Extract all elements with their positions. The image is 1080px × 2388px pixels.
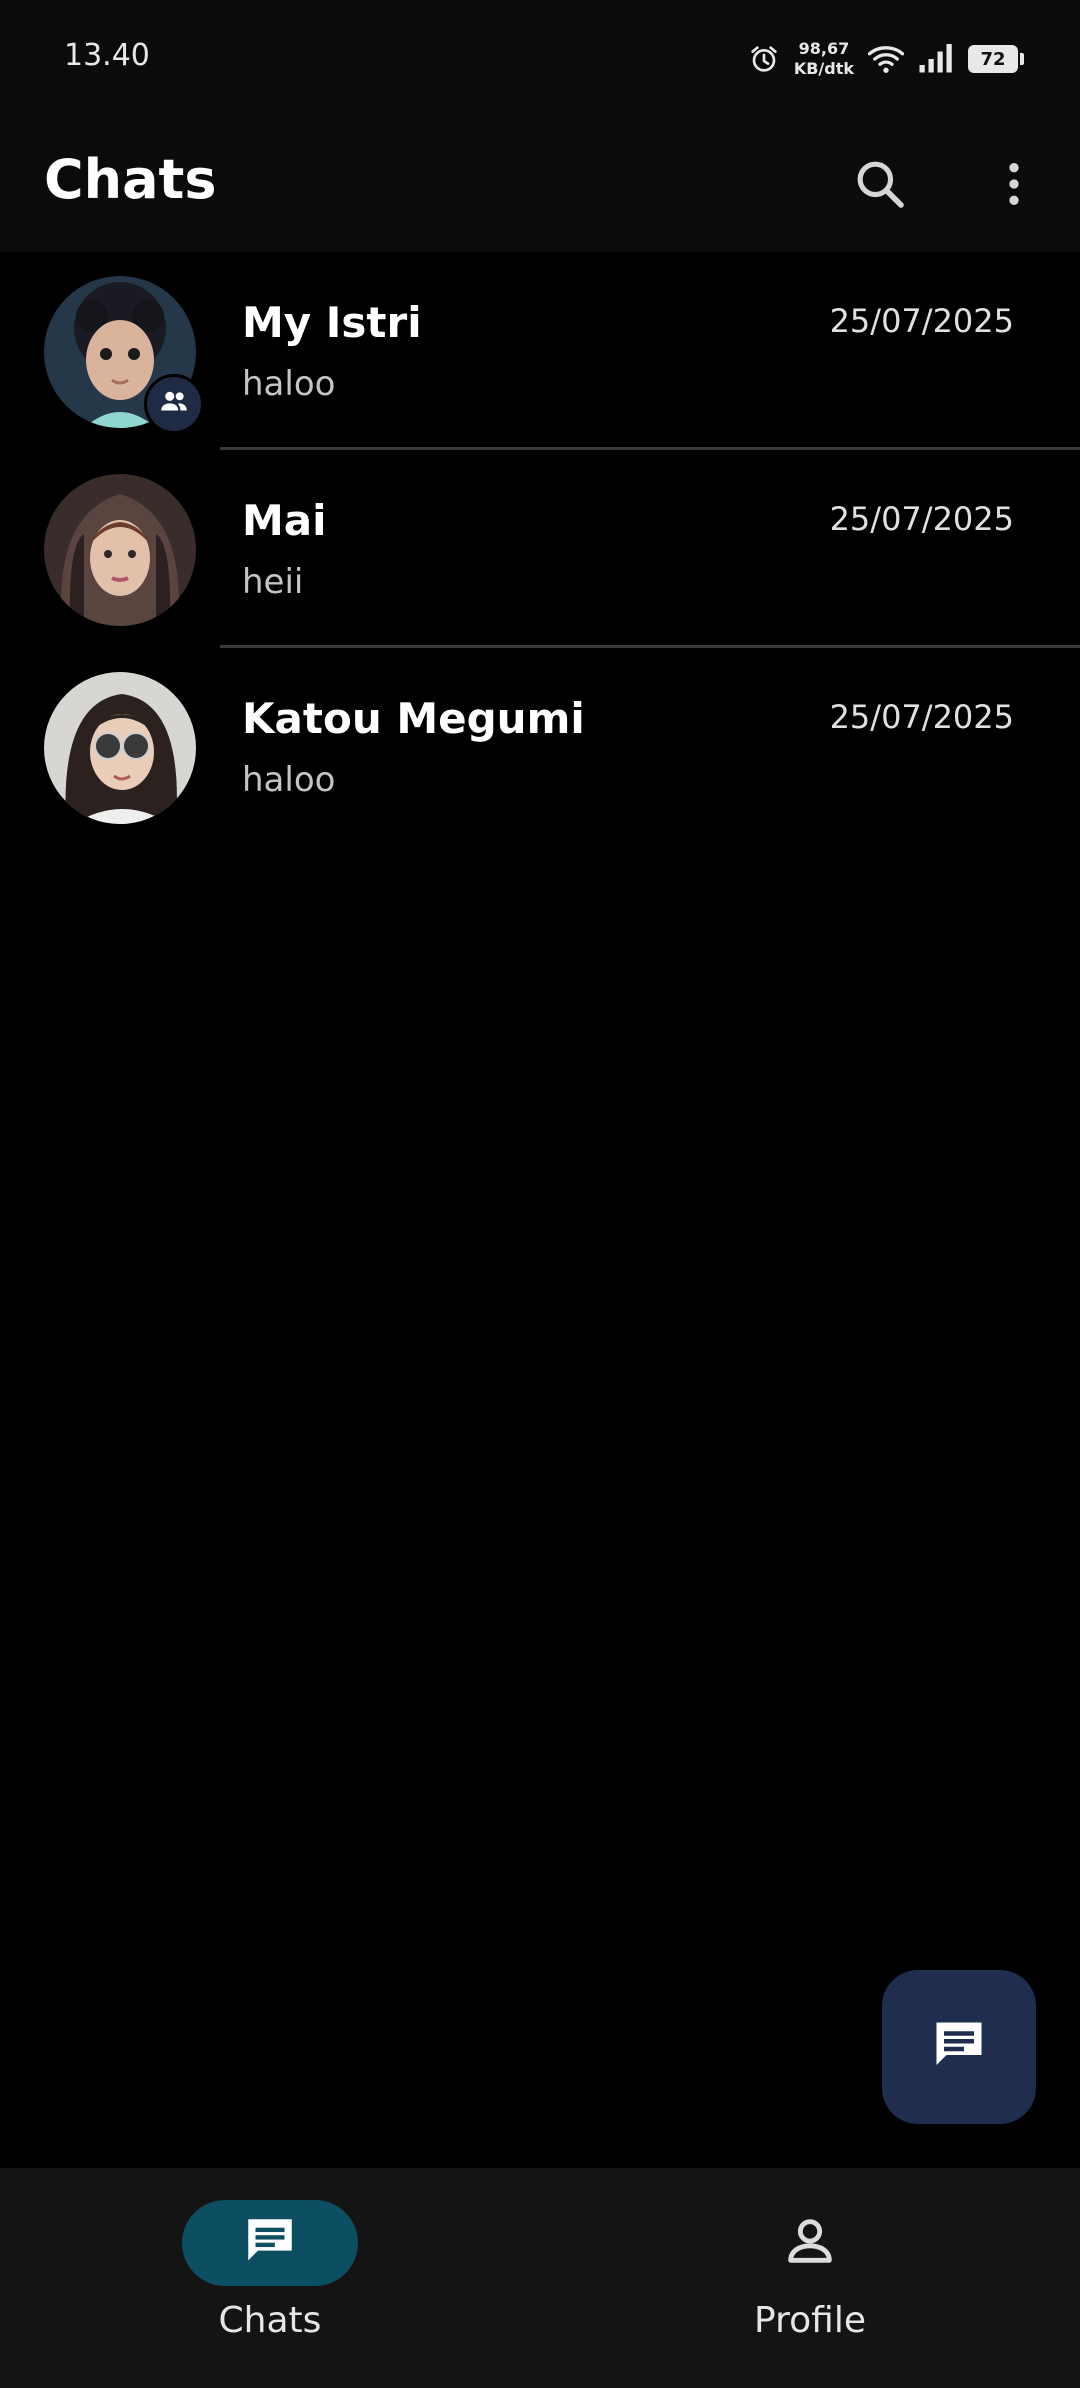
search-icon: [852, 156, 908, 216]
nav-icon-container: [722, 2200, 898, 2286]
wifi-icon: [868, 43, 904, 75]
net-speed: 98,67 KB/dtk: [794, 39, 854, 79]
group-badge: [144, 374, 204, 434]
status-time: 13.40: [64, 38, 150, 73]
page-title: Chats: [44, 148, 217, 211]
alarm-icon: [748, 43, 780, 75]
avatar: [44, 672, 196, 824]
more-vert-icon: [986, 156, 1042, 216]
nav-active-indicator: [182, 2200, 358, 2286]
more-options-button[interactable]: [970, 142, 1058, 230]
avatar: [44, 474, 196, 626]
chat-item[interactable]: Katou Megumi haloo 25/07/2025: [0, 648, 1080, 846]
status-bar: 13.40 98,67 KB/dtk 72: [0, 0, 1080, 120]
chat-preview: haloo: [242, 760, 336, 800]
person-icon: [781, 2212, 839, 2274]
search-button[interactable]: [836, 142, 924, 230]
new-chat-icon: [929, 2015, 989, 2079]
new-chat-button[interactable]: [882, 1970, 1036, 2124]
chat-preview: haloo: [242, 364, 336, 404]
battery-icon: 72: [968, 45, 1024, 73]
group-icon: [157, 385, 191, 423]
net-speed-value: 98,67: [798, 39, 850, 58]
nav-label-profile: Profile: [754, 2300, 866, 2341]
signal-icon: [918, 44, 954, 74]
chat-name: My Istri: [242, 298, 422, 347]
chat-date: 25/07/2025: [829, 500, 1014, 538]
app-bar: Chats: [0, 120, 1080, 252]
battery-level: 72: [980, 48, 1006, 70]
chat-name: Mai: [242, 496, 327, 545]
chat-preview: heii: [242, 562, 304, 602]
bottom-nav: Chats Profile: [0, 2168, 1080, 2388]
chat-date: 25/07/2025: [829, 302, 1014, 340]
chat-item[interactable]: Mai heii 25/07/2025: [0, 450, 1080, 648]
nav-label-chats: Chats: [218, 2300, 322, 2341]
chat-item[interactable]: My Istri haloo 25/07/2025: [0, 252, 1080, 450]
nav-item-profile[interactable]: Profile: [660, 2200, 960, 2341]
status-icons: 98,67 KB/dtk 72: [748, 34, 1024, 84]
chat-icon: [241, 2212, 299, 2274]
chat-name: Katou Megumi: [242, 694, 585, 743]
chat-list: My Istri haloo 25/07/2025 Mai heii 25/07…: [0, 252, 1080, 846]
net-speed-unit: KB/dtk: [793, 59, 854, 78]
nav-item-chats[interactable]: Chats: [120, 2200, 420, 2341]
chat-date: 25/07/2025: [829, 698, 1014, 736]
